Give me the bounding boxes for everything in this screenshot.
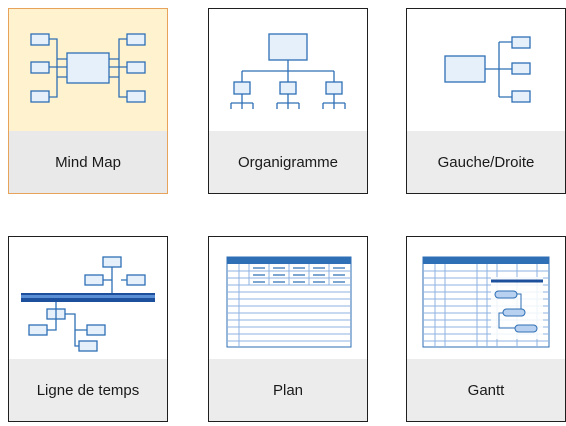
template-label: Ligne de temps (9, 359, 167, 421)
left-right-icon (407, 9, 565, 132)
plan-icon (209, 237, 367, 360)
org-chart-icon (209, 9, 367, 132)
timeline-icon (9, 237, 167, 360)
template-label: Organigramme (209, 131, 367, 193)
template-label: Gauche/Droite (407, 131, 565, 193)
template-timeline[interactable]: Ligne de temps (8, 236, 168, 422)
template-gantt[interactable]: Gantt (406, 236, 566, 422)
template-mind-map[interactable]: Mind Map (8, 8, 168, 194)
template-org-chart[interactable]: Organigramme (208, 8, 368, 194)
mind-map-icon (9, 9, 167, 132)
template-label: Mind Map (9, 131, 167, 193)
gantt-icon (407, 237, 565, 360)
template-label: Plan (209, 359, 367, 421)
template-left-right[interactable]: Gauche/Droite (406, 8, 566, 194)
template-label: Gantt (407, 359, 565, 421)
template-plan[interactable]: Plan (208, 236, 368, 422)
